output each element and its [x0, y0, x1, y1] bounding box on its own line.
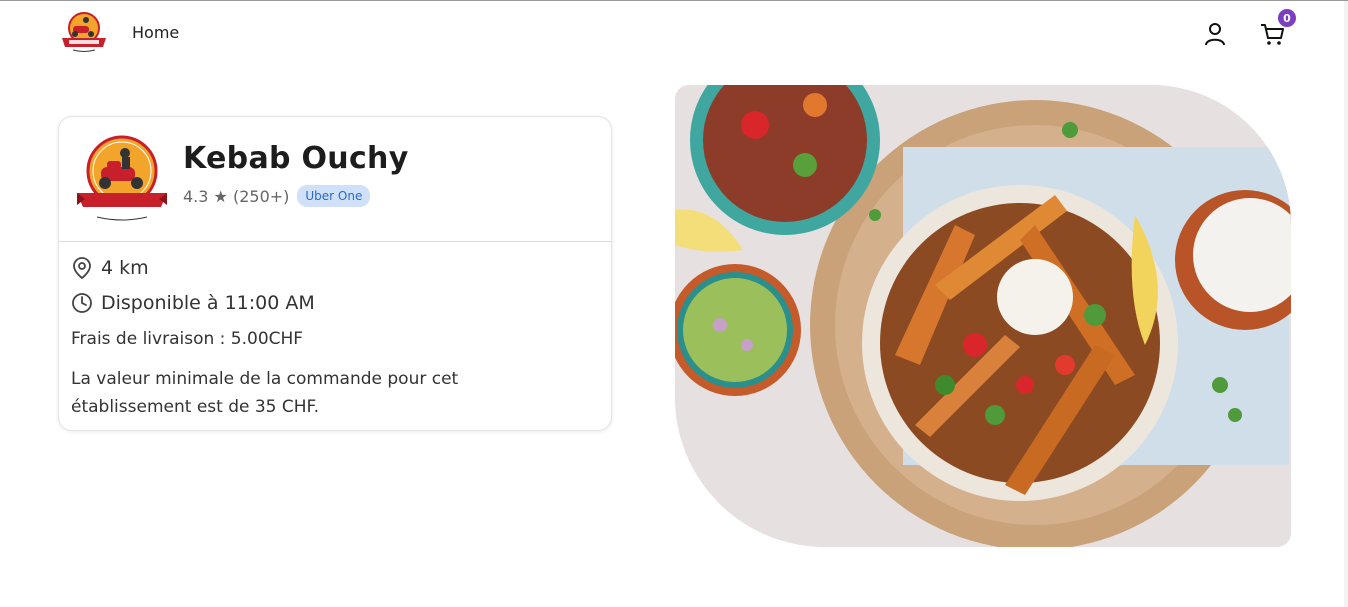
availability-text: Disponible à 11:00 AM — [101, 292, 315, 314]
user-icon[interactable] — [1202, 21, 1228, 47]
distance-text: 4 km — [101, 257, 149, 279]
delivery-fee-text: Frais de livraison : 5.00CHF — [71, 329, 304, 349]
scrollbar-track[interactable] — [1344, 1, 1348, 607]
availability-row: Disponible à 11:00 AM — [71, 292, 315, 314]
rating-row: 4.3 ★ (250+) Uber One — [183, 185, 371, 207]
uber-one-badge: Uber One — [297, 185, 371, 207]
distance-row: 4 km — [71, 256, 149, 280]
divider — [59, 241, 611, 242]
clock-icon — [72, 293, 92, 313]
cart-count-badge: 0 — [1278, 9, 1296, 27]
header: Home 0 — [0, 1, 1344, 63]
restaurant-info-card: Kebab Ouchy 4.3 ★ (250+) Uber One 4 km D… — [58, 116, 612, 431]
rating-text: 4.3 ★ (250+) — [183, 186, 290, 206]
kebab-ouchy-logo[interactable] — [59, 11, 109, 53]
restaurant-logo — [77, 135, 167, 221]
minimum-order-text: La valeur minimale de la commande pour c… — [71, 369, 459, 417]
restaurant-name: Kebab Ouchy — [183, 141, 409, 176]
location-pin-icon — [73, 257, 91, 280]
nav-home-link[interactable]: Home — [132, 23, 179, 42]
hero-food-image — [675, 85, 1291, 547]
food-photo — [675, 85, 1291, 547]
